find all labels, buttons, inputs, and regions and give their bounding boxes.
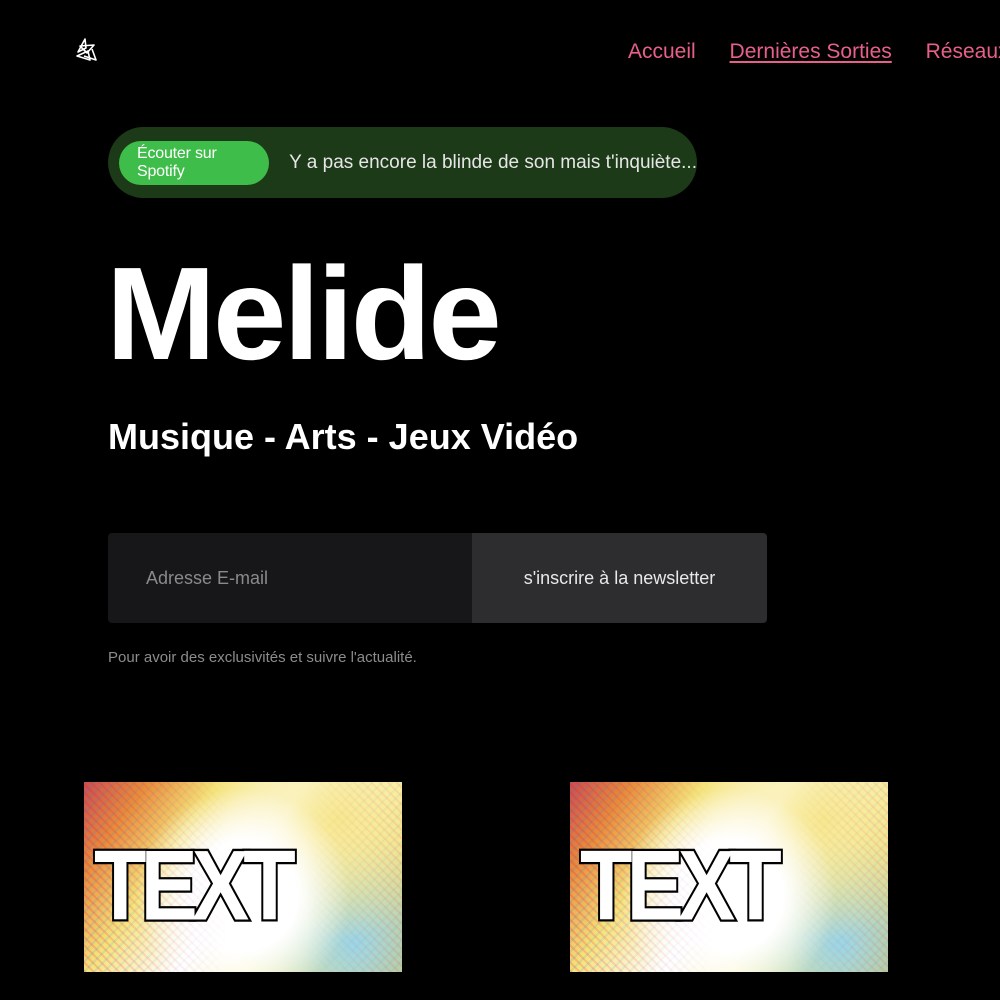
release-card[interactable]: TEXT [84,782,402,972]
release-card-image-text: TEXT [92,829,298,944]
hero-title: Melide [106,240,502,387]
spotify-banner-message: Y a pas encore la blinde de son mais t'i… [289,151,697,173]
hero-subtitle: Musique - Arts - Jeux Vidéo [108,416,579,457]
release-card-image-text: TEXT [578,829,784,944]
newsletter-hint: Pour avoir des exclusivités et suivre l'… [108,649,417,666]
main-nav: Accueil Dernières Sorties Réseaux So [628,40,1000,64]
logo-icon[interactable] [72,36,100,64]
subscribe-newsletter-button[interactable]: s'inscrire à la newsletter [472,533,767,623]
page: Accueil Dernières Sorties Réseaux So Éco… [0,0,1000,1000]
release-card[interactable]: TEXT [570,782,888,972]
email-input[interactable] [108,533,472,623]
listen-on-spotify-button[interactable]: Écouter sur Spotify [119,140,270,185]
spotify-banner: Écouter sur Spotify Y a pas encore la bl… [108,127,697,198]
nav-link-accueil[interactable]: Accueil [628,40,696,63]
nav-link-reseaux-sociaux[interactable]: Réseaux So [926,40,1000,63]
nav-link-dernieres-sorties[interactable]: Dernières Sorties [730,40,892,63]
newsletter-form: s'inscrire à la newsletter [108,533,767,623]
